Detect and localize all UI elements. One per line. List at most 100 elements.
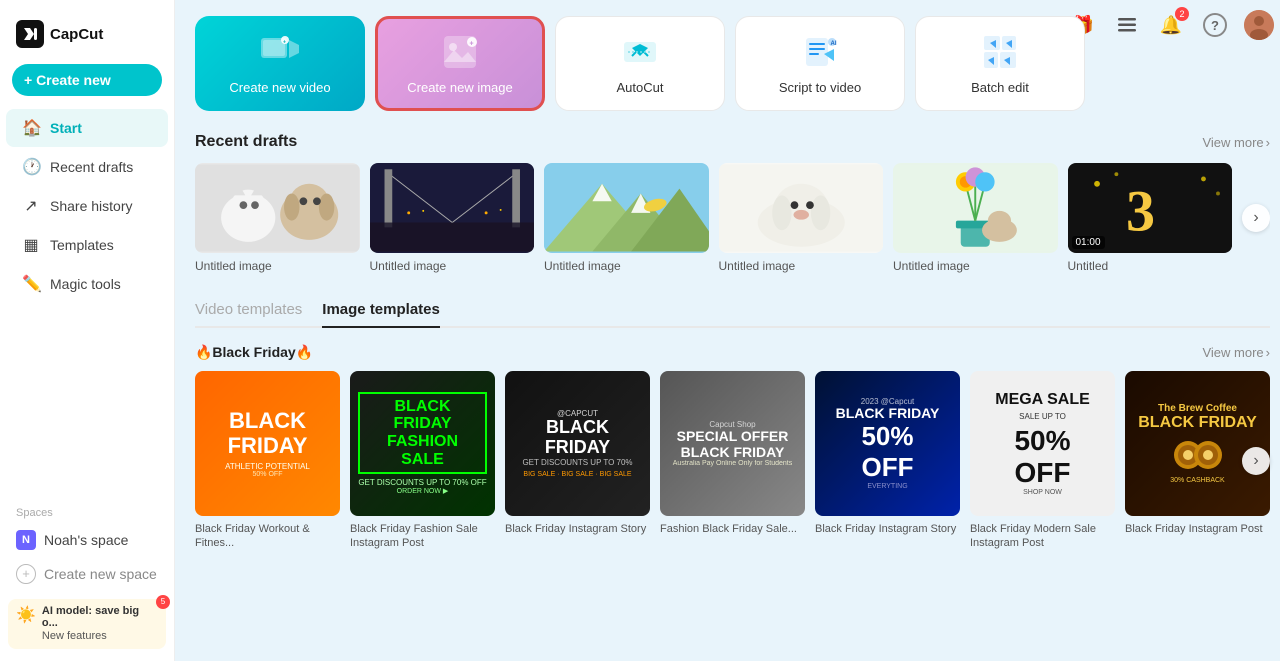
draft-item-4[interactable]: Untitled image bbox=[719, 163, 884, 273]
template-row-wrapper: BLACKFRIDAY ATHLETIC POTENTIAL 50% OFF B… bbox=[195, 371, 1270, 551]
template-card-4[interactable]: Capcut Shop SPECIAL OFFERBLACK FRIDAY Au… bbox=[660, 371, 805, 551]
bell-badge: 2 bbox=[1175, 7, 1189, 21]
create-video-label: Create new video bbox=[229, 80, 330, 95]
template-thumb-4: Capcut Shop SPECIAL OFFERBLACK FRIDAY Au… bbox=[660, 371, 805, 516]
avatar-image bbox=[1244, 10, 1274, 40]
tab-image-templates[interactable]: Image templates bbox=[322, 301, 440, 328]
template-label-2: Black Friday Fashion Sale Instagram Post bbox=[350, 522, 495, 551]
sidebar-item-history[interactable]: ↗ Share history bbox=[6, 187, 168, 225]
draft-label-3: Untitled image bbox=[544, 259, 709, 273]
autocut-label: AutoCut bbox=[617, 80, 664, 95]
top-bar: 🎁 🔔 2 ? bbox=[1068, 10, 1274, 40]
ai-banner-badge: 5 bbox=[156, 595, 170, 609]
share-icon: ↗ bbox=[22, 196, 40, 216]
templates-next-button[interactable]: › bbox=[1242, 447, 1270, 475]
draft-label-5: Untitled image bbox=[893, 259, 1058, 273]
batch-edit-card[interactable]: Batch edit bbox=[915, 16, 1085, 111]
svg-text:3: 3 bbox=[1126, 178, 1155, 243]
main-content: 🎁 🔔 2 ? bbox=[175, 0, 1280, 661]
bf-overlay-4: Capcut Shop SPECIAL OFFERBLACK FRIDAY Au… bbox=[660, 371, 805, 516]
create-space-button[interactable]: + Create new space bbox=[0, 557, 174, 591]
user-avatar[interactable] bbox=[1244, 10, 1274, 40]
drafts-next-button[interactable]: › bbox=[1242, 204, 1270, 232]
flowers-thumbnail bbox=[893, 163, 1058, 253]
ai-banner-content: AI model: save big o... New features bbox=[42, 605, 158, 643]
mountains-thumbnail bbox=[544, 163, 709, 253]
draft-item-5[interactable]: Untitled image bbox=[893, 163, 1058, 273]
template-card-1[interactable]: BLACKFRIDAY ATHLETIC POTENTIAL 50% OFF B… bbox=[195, 371, 340, 551]
duration-badge-6: 01:00 bbox=[1072, 236, 1105, 249]
sidebar-item-start[interactable]: 🏠 Start bbox=[6, 109, 168, 147]
draft-item-2[interactable]: Untitled image bbox=[370, 163, 535, 273]
draft-label-6: Untitled bbox=[1068, 259, 1233, 273]
template-tabs: Video templates Image templates bbox=[195, 301, 1270, 328]
coffee-cups-icon bbox=[1168, 435, 1228, 475]
template-thumb-2: BLACK FRIDAYFASHION SALE GET DISCOUNTS U… bbox=[350, 371, 495, 516]
nav-label-magic: Magic tools bbox=[50, 276, 121, 292]
recent-drafts-title: Recent drafts bbox=[195, 133, 297, 151]
draft-thumb-5 bbox=[893, 163, 1058, 253]
bf-overlay-7: The Brew Coffee Black Friday 30% CASHBAC bbox=[1125, 371, 1270, 516]
video-card-icon: + bbox=[260, 32, 300, 72]
create-new-button[interactable]: + Create new bbox=[12, 64, 162, 96]
space-item-noah[interactable]: N Noah's space bbox=[0, 523, 174, 557]
ai-banner[interactable]: ☀️ AI model: save big o... New features … bbox=[8, 599, 166, 649]
template-card-3[interactable]: @CAPCUT BLACKFRIDAY GET DISCOUNTS UP TO … bbox=[505, 371, 650, 551]
recent-drafts-header: Recent drafts View more › bbox=[195, 133, 1270, 151]
template-label-3: Black Friday Instagram Story bbox=[505, 522, 650, 536]
batch-svg bbox=[982, 34, 1018, 70]
draft-thumb-2 bbox=[370, 163, 535, 253]
create-image-card[interactable]: + Create new image bbox=[375, 16, 545, 111]
video-icon: + bbox=[261, 36, 299, 68]
template-label-4: Fashion Black Friday Sale... bbox=[660, 522, 805, 536]
draft-item-1[interactable]: Untitled image bbox=[195, 163, 360, 273]
draft-label-2: Untitled image bbox=[370, 259, 535, 273]
script-svg: AI bbox=[802, 34, 838, 70]
tab-video-templates[interactable]: Video templates bbox=[195, 301, 302, 328]
bf-overlay-2: BLACK FRIDAYFASHION SALE GET DISCOUNTS U… bbox=[350, 371, 495, 516]
draft-item-3[interactable]: Untitled image bbox=[544, 163, 709, 273]
draft-thumb-1 bbox=[195, 163, 360, 253]
template-thumb-6: MEGA SALE SALE UP TO 50%OFF SHOP NOW bbox=[970, 371, 1115, 516]
dog2-thumbnail bbox=[719, 163, 884, 253]
bf-overlay-1: BLACKFRIDAY ATHLETIC POTENTIAL 50% OFF bbox=[195, 371, 340, 516]
black-friday-header: 🔥Black Friday🔥 View more › bbox=[195, 344, 1270, 361]
capcut-logo-icon bbox=[16, 20, 44, 48]
logo-text: CapCut bbox=[50, 26, 103, 43]
template-thumb-7: The Brew Coffee Black Friday 30% CASHBAC bbox=[1125, 371, 1270, 516]
nav-label-start: Start bbox=[50, 120, 82, 136]
template-label-7: Black Friday Instagram Post bbox=[1125, 522, 1270, 536]
autocut-card[interactable]: AutoCut bbox=[555, 16, 725, 111]
black-friday-view-more[interactable]: View more › bbox=[1202, 345, 1270, 360]
template-row: BLACKFRIDAY ATHLETIC POTENTIAL 50% OFF B… bbox=[195, 371, 1270, 551]
sidebar-nav: 🏠 Start 🕐 Recent drafts ↗ Share history … bbox=[0, 108, 174, 495]
bf-overlay-6: MEGA SALE SALE UP TO 50%OFF SHOP NOW bbox=[970, 371, 1115, 516]
hamburger-icon bbox=[1118, 18, 1136, 32]
draft-thumb-6: 3 01:00 bbox=[1068, 163, 1233, 253]
recent-drafts-view-more[interactable]: View more › bbox=[1202, 135, 1270, 150]
space-avatar: N bbox=[16, 530, 36, 550]
template-label-5: Black Friday Instagram Story bbox=[815, 522, 960, 536]
spaces-label: Spaces bbox=[0, 495, 174, 523]
template-card-2[interactable]: BLACK FRIDAYFASHION SALE GET DISCOUNTS U… bbox=[350, 371, 495, 551]
svg-text:+: + bbox=[283, 40, 286, 46]
ai-banner-title: AI model: save big o... bbox=[42, 605, 158, 629]
sidebar-item-magic[interactable]: ✏️ Magic tools bbox=[6, 265, 168, 303]
bell-icon-button[interactable]: 🔔 2 bbox=[1156, 10, 1186, 40]
bridge-thumbnail bbox=[370, 163, 535, 253]
sidebar: CapCut + Create new 🏠 Start 🕐 Recent dra… bbox=[0, 0, 175, 661]
home-icon: 🏠 bbox=[22, 118, 40, 138]
sidebar-item-templates[interactable]: ▦ Templates bbox=[6, 226, 168, 264]
pets-thumbnail bbox=[195, 163, 360, 253]
template-card-5[interactable]: 2023 @Capcut BLACK FRIDAY 50%OFF EVERYTI… bbox=[815, 371, 960, 551]
script-label: Script to video bbox=[779, 80, 861, 95]
script-card[interactable]: AI Script to video bbox=[735, 16, 905, 111]
help-icon-button[interactable]: ? bbox=[1200, 10, 1230, 40]
sidebar-item-recent[interactable]: 🕐 Recent drafts bbox=[6, 148, 168, 186]
menu-icon-button[interactable] bbox=[1112, 10, 1142, 40]
template-thumb-5: 2023 @Capcut BLACK FRIDAY 50%OFF EVERYTI… bbox=[815, 371, 960, 516]
create-video-card[interactable]: + Create new video bbox=[195, 16, 365, 111]
nav-label-templates: Templates bbox=[50, 237, 114, 253]
template-card-6[interactable]: MEGA SALE SALE UP TO 50%OFF SHOP NOW Bla… bbox=[970, 371, 1115, 551]
draft-item-6[interactable]: 3 01:00 Untitled bbox=[1068, 163, 1233, 273]
